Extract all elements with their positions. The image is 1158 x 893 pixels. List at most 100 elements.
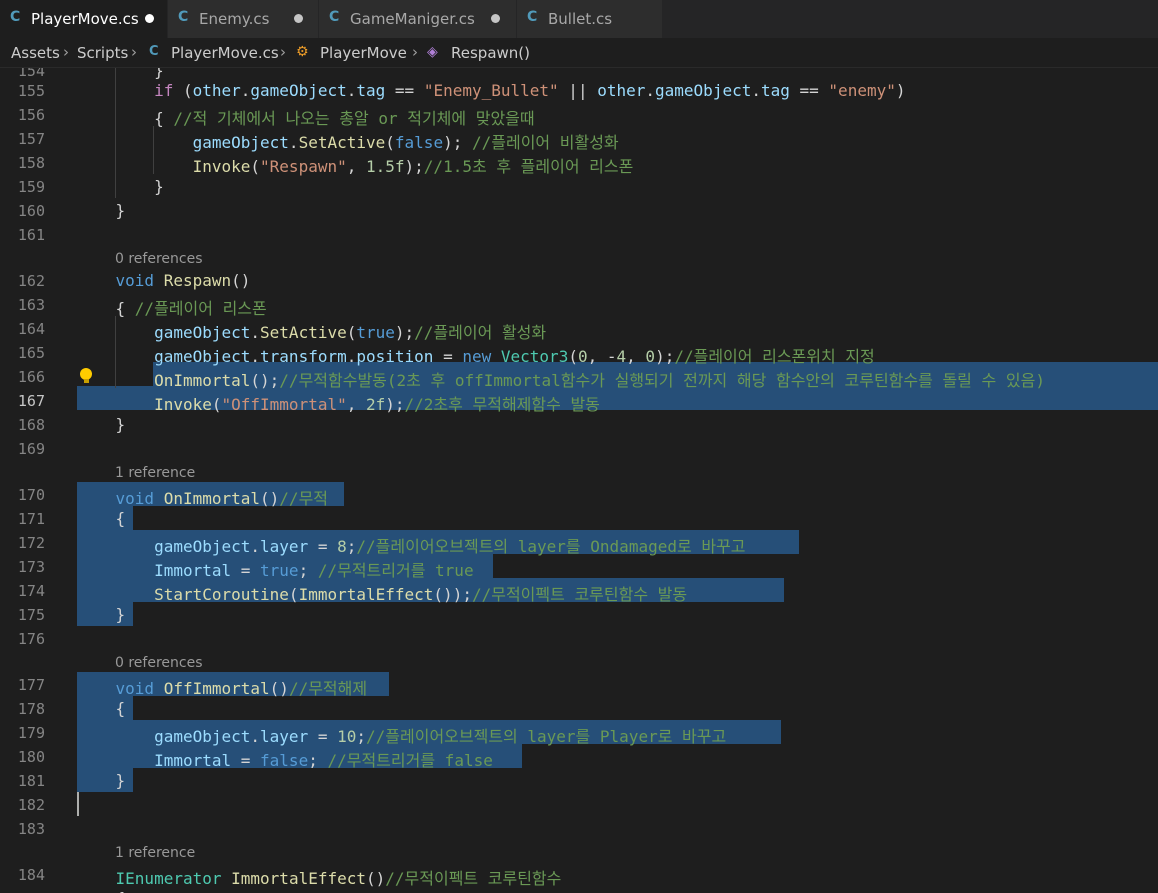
- unsaved-dot-icon[interactable]: [491, 14, 500, 23]
- codelens-references[interactable]: 0 references: [115, 655, 203, 671]
- line-number: 165: [17, 344, 45, 362]
- codelens-row: 0 references: [0, 246, 1158, 270]
- tab-label: Enemy.cs: [199, 10, 270, 28]
- line-number: 160: [17, 202, 45, 220]
- line-number: 175: [17, 606, 45, 624]
- code-line: 179 gameObject.layer = 10;//플레이어오브젝트의 la…: [0, 720, 1158, 746]
- codelens-references[interactable]: 0 references: [115, 251, 203, 267]
- code-line: 157 gameObject.SetActive(false); //플레이어 …: [0, 126, 1158, 152]
- line-number: 163: [17, 296, 45, 314]
- codelens-row: 0 references: [0, 650, 1158, 674]
- line-number: 157: [17, 130, 45, 148]
- code-line: 183: [0, 816, 1158, 840]
- code-line: 175 }: [0, 602, 1158, 626]
- code-line: 173 Immortal = true; //무적트리거를 true: [0, 554, 1158, 580]
- unsaved-dot-icon[interactable]: [145, 14, 154, 23]
- code-line: 163 { //플레이어 리스폰: [0, 292, 1158, 318]
- code-line: 156 { //적 기체에서 나오는 총알 or 적기체에 맞았을때: [0, 102, 1158, 128]
- code-line: 159 }: [0, 174, 1158, 198]
- code-line: 180 Immortal = false; //무적트리거를 false: [0, 744, 1158, 770]
- chevron-right-icon: ›: [412, 43, 418, 61]
- codelens-references[interactable]: 1 reference: [115, 465, 195, 481]
- line-number: 167: [17, 392, 45, 410]
- code-text: {: [77, 699, 126, 718]
- line-number: 170: [17, 486, 45, 504]
- code-text: if (other.gameObject.tag == "Enemy_Bulle…: [154, 81, 906, 100]
- chevron-right-icon: ›: [280, 43, 286, 61]
- codelens-row: 1 reference: [0, 460, 1158, 484]
- code-text: }: [77, 771, 126, 790]
- code-text: }: [77, 201, 126, 220]
- line-number: 166: [17, 368, 45, 386]
- code-text: {: [77, 889, 126, 893]
- code-line: 174 StartCoroutine(ImmortalEffect());//무…: [0, 578, 1158, 604]
- code-line: 184 IEnumerator ImmortalEffect()//무적이펙트 …: [0, 862, 1158, 888]
- code-line: 155 if (other.gameObject.tag == "Enemy_B…: [0, 78, 1158, 102]
- line-number: 159: [17, 178, 45, 196]
- code-line: 177 void OffImmortal()//무적해제: [0, 672, 1158, 698]
- line-number: 181: [17, 772, 45, 790]
- method-cube-icon: ◈: [427, 44, 438, 60]
- code-line: 162 void Respawn(): [0, 268, 1158, 292]
- tab-gamemaniger[interactable]: C GameManiger.cs: [319, 0, 517, 38]
- code-line: 168 }: [0, 412, 1158, 436]
- code-line: 181 }: [0, 768, 1158, 792]
- code-text: }: [77, 415, 126, 434]
- line-number: 183: [17, 820, 45, 838]
- line-number: 182: [17, 796, 45, 814]
- line-number: 174: [17, 582, 45, 600]
- chevron-right-icon: ›: [63, 43, 69, 61]
- csharp-icon: C: [178, 9, 189, 25]
- code-line: 161: [0, 222, 1158, 246]
- editor-tab-bar: C PlayerMove.cs C Enemy.cs C GameManiger…: [0, 0, 1158, 38]
- line-number: 184: [17, 866, 45, 884]
- line-number: 176: [17, 630, 45, 648]
- class-icon: ⚙: [296, 44, 309, 60]
- breadcrumb-class[interactable]: PlayerMove: [320, 44, 407, 62]
- breadcrumb: Assets › Scripts › C PlayerMove.cs › ⚙ P…: [0, 38, 1158, 68]
- code-line: 160 }: [0, 198, 1158, 222]
- line-number: 171: [17, 510, 45, 528]
- line-number: 177: [17, 676, 45, 694]
- codelens-references[interactable]: 1 reference: [115, 845, 195, 861]
- line-number: 173: [17, 558, 45, 576]
- code-editor[interactable]: 154 } 155 if (other.gameObject.tag == "E…: [0, 68, 1158, 893]
- code-text: }: [77, 177, 164, 196]
- tab-label: PlayerMove.cs: [31, 10, 139, 28]
- code-line: 166 OnImmortal();//무적함수발동(2초 후 offImmort…: [0, 364, 1158, 390]
- chevron-right-icon: ›: [131, 43, 137, 61]
- code-line: 169: [0, 436, 1158, 460]
- code-line: 178 {: [0, 696, 1158, 720]
- tab-enemy[interactable]: C Enemy.cs: [168, 0, 319, 38]
- unsaved-dot-icon[interactable]: [294, 14, 303, 23]
- csharp-icon: C: [329, 9, 340, 25]
- line-number: 162: [17, 272, 45, 290]
- line-number: 168: [17, 416, 45, 434]
- line-number: 158: [17, 154, 45, 172]
- text-cursor: [77, 792, 79, 816]
- line-number: 161: [17, 226, 45, 244]
- code-line: 158 Invoke("Respawn", 1.5f);//1.5초 후 플레이…: [0, 150, 1158, 176]
- line-number: 179: [17, 724, 45, 742]
- line-number: 169: [17, 440, 45, 458]
- code-line: 171 {: [0, 506, 1158, 530]
- tab-bullet[interactable]: C Bullet.cs: [517, 0, 663, 38]
- csharp-icon: C: [10, 9, 21, 25]
- breadcrumb-file[interactable]: PlayerMove.cs: [171, 44, 279, 62]
- code-text: {: [77, 509, 126, 528]
- breadcrumb-assets[interactable]: Assets: [11, 44, 60, 62]
- csharp-icon: C: [149, 44, 159, 59]
- breadcrumb-scripts[interactable]: Scripts: [77, 44, 128, 62]
- code-text: }: [77, 605, 126, 624]
- breadcrumb-method[interactable]: Respawn(): [451, 44, 530, 62]
- tab-playermove[interactable]: C PlayerMove.cs: [0, 0, 168, 38]
- code-line: 170 void OnImmortal()//무적: [0, 482, 1158, 508]
- line-number: 180: [17, 748, 45, 766]
- line-number: 156: [17, 106, 45, 124]
- code-line: 167 Invoke("OffImmortal", 2f);//2초후 무적해제…: [0, 388, 1158, 414]
- line-number: 172: [17, 534, 45, 552]
- line-number: 155: [17, 82, 45, 100]
- code-line: 164 gameObject.SetActive(true);//플레이어 활성…: [0, 316, 1158, 342]
- code-line: 165 gameObject.transform.position = new …: [0, 340, 1158, 366]
- code-line: 182: [0, 792, 1158, 816]
